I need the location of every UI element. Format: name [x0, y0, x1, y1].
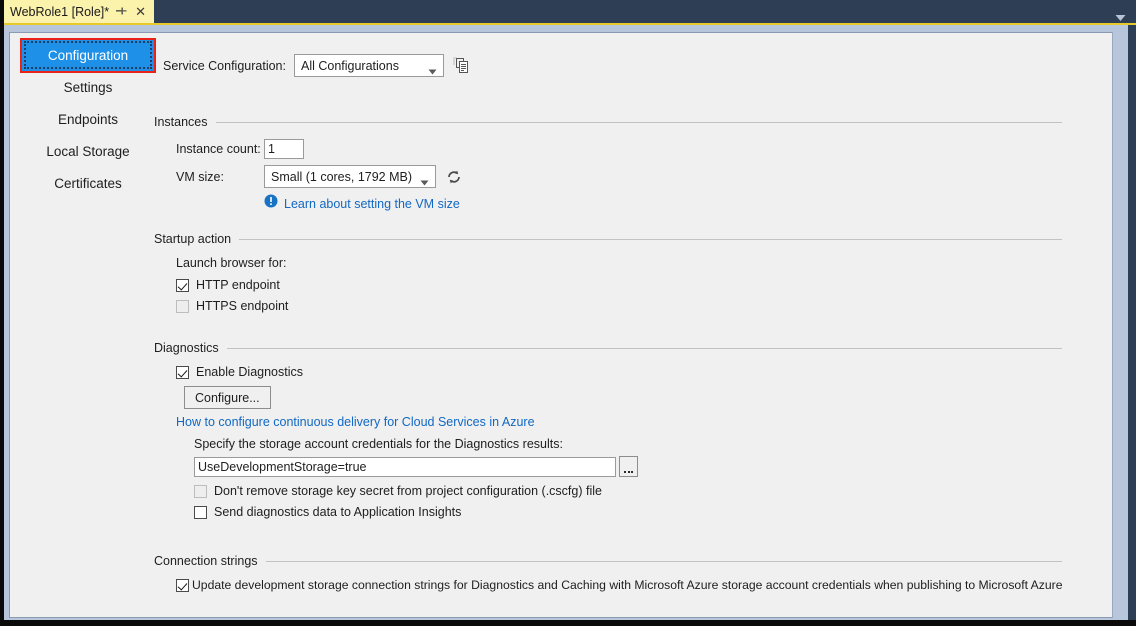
vm-size-value: Small (1 cores, 1792 MB) — [271, 170, 412, 184]
diagnostics-group-header: Diagnostics — [154, 341, 1062, 355]
vm-size-select[interactable]: Small (1 cores, 1792 MB) — [264, 165, 436, 188]
startup-action-group-label: Startup action — [154, 232, 231, 246]
instances-group-label: Instances — [154, 115, 208, 129]
configure-button[interactable]: Configure... — [184, 386, 271, 409]
dot-icon — [631, 471, 633, 473]
diagnostics-group: Diagnostics Enable Diagnostics Configure… — [154, 341, 1062, 526]
checkbox-application-insights[interactable] — [194, 506, 207, 519]
sidebar-item-settings[interactable]: Settings — [22, 71, 154, 103]
dot-icon — [624, 471, 626, 473]
connection-strings-group-header: Connection strings — [154, 554, 1062, 568]
checkbox-http-endpoint-label: HTTP endpoint — [196, 278, 280, 292]
storage-credentials-value: UseDevelopmentStorage=true — [198, 460, 367, 474]
chevron-down-icon — [428, 64, 437, 70]
checkbox-http-endpoint[interactable] — [176, 279, 189, 292]
sidebar-item-local-storage[interactable]: Local Storage — [22, 135, 154, 167]
storage-credentials-row: UseDevelopmentStorage=true — [194, 456, 1062, 477]
sidebar-item-label: Endpoints — [58, 112, 118, 127]
chevron-down-icon[interactable] — [1115, 9, 1126, 17]
checkbox-keep-storage-key[interactable] — [194, 485, 207, 498]
group-divider — [227, 348, 1062, 349]
sidebar-item-endpoints[interactable]: Endpoints — [22, 103, 154, 135]
document-tab-label: WebRole1 [Role]* — [10, 5, 109, 19]
startup-action-group: Startup action Launch browser for: HTTP … — [154, 232, 1062, 320]
vm-size-label: VM size: — [176, 170, 264, 184]
group-divider — [266, 561, 1062, 562]
service-configuration-row: Service Configuration: All Configuration… — [163, 54, 472, 77]
browse-storage-button[interactable] — [619, 456, 638, 477]
sidebar-item-label: Local Storage — [46, 144, 129, 159]
checkbox-row-https-endpoint[interactable]: HTTPS endpoint — [176, 299, 1062, 313]
document-tab-bar: WebRole1 [Role]* ✕ — [0, 0, 1136, 25]
sidebar-item-certificates[interactable]: Certificates — [22, 167, 154, 199]
role-property-nav: Configuration Settings Endpoints Local S… — [22, 39, 154, 199]
checkbox-row-application-insights[interactable]: Send diagnostics data to Application Ins… — [194, 505, 1062, 519]
vm-size-learn-link[interactable]: Learn about setting the VM size — [284, 197, 460, 211]
service-configuration-select[interactable]: All Configurations — [294, 54, 444, 77]
diagnostics-group-label: Diagnostics — [154, 341, 219, 355]
checkbox-row-enable-diagnostics[interactable]: Enable Diagnostics — [176, 365, 1062, 379]
checkbox-row-keep-storage-key[interactable]: Don't remove storage key secret from pro… — [194, 484, 1062, 498]
checkbox-row-update-dev-storage[interactable]: Update development storage connection st… — [176, 578, 1062, 592]
instance-count-value: 1 — [268, 142, 275, 156]
sidebar-item-label: Certificates — [54, 176, 122, 191]
group-divider — [239, 239, 1062, 240]
instances-group: Instances Instance count: 1 VM size: Sma… — [154, 115, 1062, 213]
frame-bottom-edge — [0, 620, 1136, 626]
service-configuration-label: Service Configuration: — [163, 59, 286, 73]
launch-browser-label: Launch browser for: — [176, 256, 1062, 270]
checkbox-enable-diagnostics[interactable] — [176, 366, 189, 379]
sidebar-item-configuration[interactable]: Configuration — [22, 39, 154, 71]
startup-action-group-header: Startup action — [154, 232, 1062, 246]
checkbox-https-endpoint[interactable] — [176, 300, 189, 313]
visual-studio-document-window: WebRole1 [Role]* ✕ Configuration — [0, 0, 1136, 626]
copy-configurations-icon[interactable] — [452, 56, 472, 76]
frame-right-edge — [1128, 25, 1136, 626]
configuration-pane: Service Configuration: All Configuration… — [154, 33, 1112, 617]
service-configuration-value: All Configurations — [301, 59, 399, 73]
checkbox-https-endpoint-label: HTTPS endpoint — [196, 299, 288, 313]
connection-strings-group: Connection strings Update development st… — [154, 554, 1062, 599]
close-icon[interactable]: ✕ — [134, 5, 147, 18]
connection-strings-group-label: Connection strings — [154, 554, 258, 568]
instance-count-label: Instance count: — [176, 142, 264, 156]
checkbox-keep-storage-key-label: Don't remove storage key secret from pro… — [214, 484, 602, 498]
vm-size-row: VM size: Small (1 cores, 1792 MB) — [176, 165, 1062, 188]
role-designer-surface: Configuration Settings Endpoints Local S… — [9, 32, 1113, 618]
storage-credentials-input[interactable]: UseDevelopmentStorage=true — [194, 457, 616, 477]
info-icon — [264, 194, 278, 213]
chevron-down-icon — [420, 175, 429, 181]
refresh-icon[interactable] — [444, 167, 464, 187]
checkbox-application-insights-label: Send diagnostics data to Application Ins… — [214, 505, 461, 519]
sidebar-item-label: Configuration — [48, 48, 128, 63]
vm-size-hint-row: Learn about setting the VM size — [176, 194, 1062, 213]
pin-icon[interactable] — [116, 6, 127, 18]
document-tab-webrole1[interactable]: WebRole1 [Role]* ✕ — [2, 0, 154, 25]
instances-group-header: Instances — [154, 115, 1062, 129]
frame-left-edge — [0, 0, 4, 626]
checkbox-update-dev-storage-label: Update development storage connection st… — [192, 578, 1063, 592]
instance-count-row: Instance count: 1 — [176, 139, 1062, 159]
continuous-delivery-link[interactable]: How to configure continuous delivery for… — [176, 415, 1062, 429]
sidebar-item-label: Settings — [64, 80, 113, 95]
instance-count-input[interactable]: 1 — [264, 139, 304, 159]
group-divider — [216, 122, 1062, 123]
checkbox-update-dev-storage[interactable] — [176, 579, 189, 592]
checkbox-row-http-endpoint[interactable]: HTTP endpoint — [176, 278, 1062, 292]
dot-icon — [628, 471, 630, 473]
checkbox-enable-diagnostics-label: Enable Diagnostics — [196, 365, 303, 379]
storage-credentials-label: Specify the storage account credentials … — [194, 437, 1062, 451]
